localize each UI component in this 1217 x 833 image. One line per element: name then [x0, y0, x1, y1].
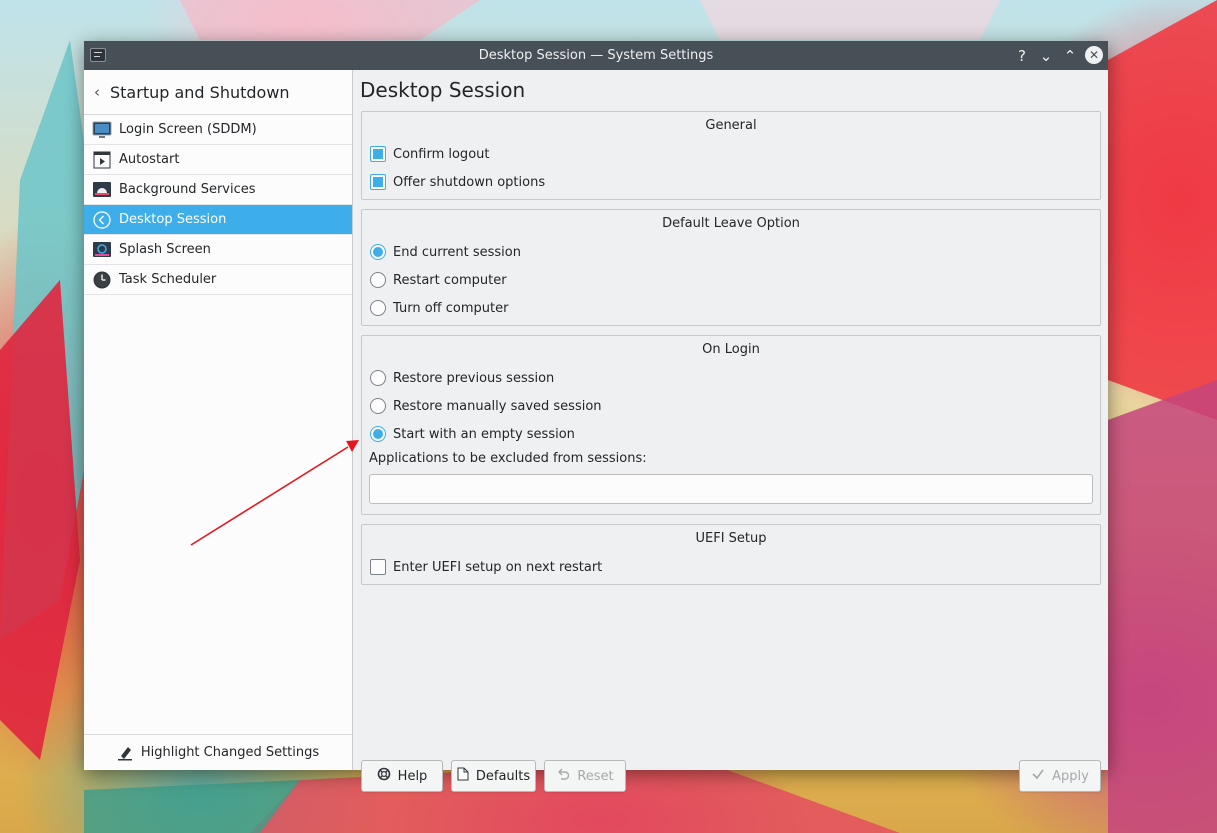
annotation-arrow: [190, 440, 359, 546]
